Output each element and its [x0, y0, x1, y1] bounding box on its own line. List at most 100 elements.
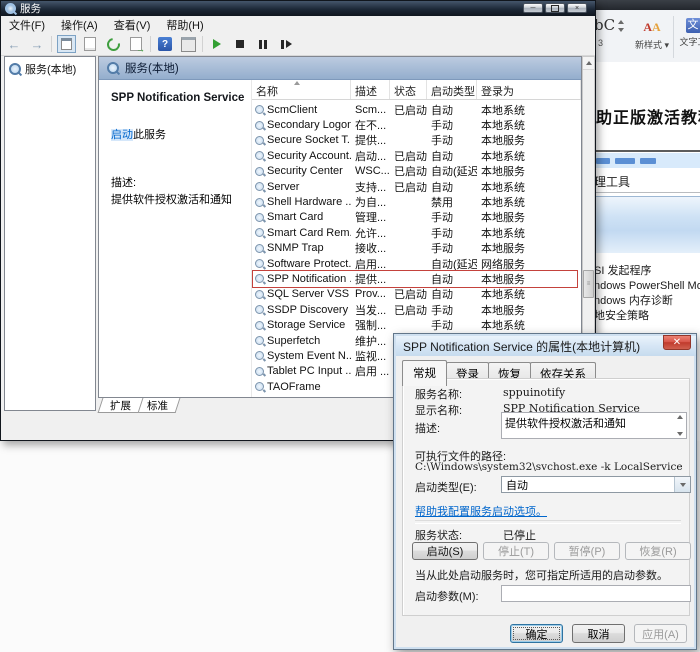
forward-button[interactable]: →: [28, 35, 46, 53]
start-parameters-hint: 当从此处启动服务时，您可指定所适用的启动参数。: [415, 567, 668, 583]
description-textarea[interactable]: 提供软件授权激活和通知: [501, 412, 687, 439]
textarea-scroll-down-icon[interactable]: [677, 432, 683, 436]
textarea-scroll-up-icon[interactable]: [677, 415, 683, 419]
service-row[interactable]: SSDP Discovery 当发... 已启动 手动 本地服务: [252, 302, 581, 317]
description-text: 提供软件授权激活和通知: [111, 193, 241, 207]
dialog-titlebar[interactable]: SPP Notification Service 的属性(本地计算机): [396, 336, 696, 356]
menu-item[interactable]: 文件(F): [1, 16, 53, 33]
background-ribbon: bC 3 AA 新样式 ▾ 文 文字工: [592, 10, 700, 63]
service-description: 强制...: [351, 317, 390, 333]
service-logon-as: 本地服务: [477, 302, 581, 318]
scrollbar-thumb[interactable]: ≡: [583, 270, 594, 298]
menu-item[interactable]: 操作(A): [53, 16, 106, 33]
startup-type-combobox[interactable]: 自动: [501, 476, 691, 493]
toolbar-divider: [150, 36, 151, 52]
export-list-button[interactable]: [81, 35, 99, 53]
pause-service-button[interactable]: [254, 35, 272, 53]
style-gallery-spinner[interactable]: [618, 20, 624, 32]
help-button[interactable]: ?: [156, 35, 174, 53]
column-header-description[interactable]: 描述: [351, 80, 390, 99]
service-row[interactable]: Security Center WSC... 已启动 自动(延迟... 本地服务: [252, 164, 581, 179]
document-rule-2: [592, 192, 700, 193]
service-row[interactable]: Software Protect... 启用... 自动(延迟... 网络服务: [252, 256, 581, 271]
column-header-status[interactable]: 状态: [390, 80, 427, 99]
back-button[interactable]: ←: [5, 35, 23, 53]
service-control-button[interactable]: 停止(T): [483, 542, 549, 560]
refresh-button[interactable]: [104, 35, 122, 53]
dialog-close-button[interactable]: ✕: [663, 335, 691, 350]
service-row[interactable]: SPP Notification ... 提供... 自动 本地服务: [252, 271, 581, 286]
service-row[interactable]: Security Account... 启动... 已启动 自动 本地系统: [252, 148, 581, 163]
start-parameters-input[interactable]: [501, 585, 691, 602]
ok-button[interactable]: 确定: [510, 624, 563, 643]
service-row[interactable]: Shell Hardware ... 为自... 禁用 本地系统: [252, 194, 581, 209]
combobox-dropdown-button[interactable]: [674, 477, 690, 492]
service-row[interactable]: ScmClient Scm... 已启动 自动 本地系统: [252, 102, 581, 117]
column-header-logon-as[interactable]: 登录为: [477, 80, 581, 99]
service-row[interactable]: Server 支持... 已启动 自动 本地系统: [252, 179, 581, 194]
apply-button[interactable]: 应用(A): [634, 624, 687, 643]
restart-service-button[interactable]: [277, 35, 295, 53]
service-row[interactable]: SQL Server VSS ... Prov... 已启动 自动 本地系统: [252, 287, 581, 302]
view-tab[interactable]: 扩展: [98, 398, 144, 413]
service-status: 已启动: [390, 163, 427, 179]
menu-item[interactable]: 查看(V): [106, 16, 159, 33]
maximize-button[interactable]: [545, 3, 565, 13]
service-name: Smart Card Rem...: [267, 227, 351, 239]
service-status: 已启动: [390, 179, 427, 195]
text-tool-label: 文字工: [679, 35, 700, 48]
service-control-button[interactable]: 暂停(P): [554, 542, 620, 560]
dialog-footer: 确定 取消 应用(A): [394, 624, 696, 643]
service-name: Security Center: [267, 165, 343, 177]
document-link-bar: [592, 153, 700, 168]
forward-icon: →: [31, 38, 44, 51]
start-service-link[interactable]: 启动: [111, 129, 133, 141]
column-header-name[interactable]: 名称: [252, 80, 351, 99]
service-logon-as: 本地服务: [477, 209, 581, 225]
service-detail-pane: SPP Notification Service 启动此服务 描述: 提供软件授…: [99, 80, 251, 397]
text-tool-button[interactable]: 文 文字工: [678, 18, 700, 48]
ribbon-divider: [673, 16, 674, 58]
service-name: ScmClient: [267, 104, 317, 116]
menu-item[interactable]: 帮助(H): [158, 16, 211, 33]
service-control-button[interactable]: 恢复(R): [625, 542, 691, 560]
show-properties-button[interactable]: [179, 35, 197, 53]
service-row[interactable]: SNMP Trap 接收... 手动 本地服务: [252, 241, 581, 256]
service-description: 在不...: [351, 117, 390, 133]
minimize-button[interactable]: ─: [523, 3, 543, 13]
service-row[interactable]: Storage Service 强制... 手动 本地系统: [252, 317, 581, 332]
service-icon: [255, 321, 264, 330]
dialog-tab[interactable]: 常规: [402, 360, 447, 386]
scroll-up-arrow[interactable]: [583, 57, 594, 70]
export-button[interactable]: [127, 35, 145, 53]
document-icon: [84, 37, 96, 51]
service-logon-as: 本地系统: [477, 194, 581, 210]
properties-dialog: SPP Notification Service 的属性(本地计算机) ✕ 常规…: [393, 333, 697, 650]
service-icon: [255, 274, 264, 283]
tree-item-services-local[interactable]: 服务(本地): [5, 57, 95, 77]
close-button[interactable]: ×: [567, 3, 587, 13]
service-row[interactable]: Secure Socket T... 提供... 手动 本地服务: [252, 133, 581, 148]
service-icon: [255, 367, 264, 376]
stop-service-button[interactable]: [231, 35, 249, 53]
show-console-tree-button[interactable]: [57, 35, 76, 53]
cancel-button[interactable]: 取消: [572, 624, 625, 643]
service-row[interactable]: Smart Card Rem... 允许... 手动 本地系统: [252, 225, 581, 240]
start-service-suffix: 此服务: [133, 129, 166, 141]
service-status: 已启动: [390, 102, 427, 118]
console-tree-icon: [61, 38, 72, 50]
help-configure-link[interactable]: 帮助我配置服务启动选项。: [415, 503, 547, 519]
service-row[interactable]: Secondary Logon 在不... 手动 本地系统: [252, 117, 581, 132]
column-header-startup-type[interactable]: 启动类型: [427, 80, 477, 99]
service-icon: [255, 305, 264, 314]
service-startup-type: 自动: [427, 286, 477, 302]
start-service-button[interactable]: [208, 35, 226, 53]
panel-header-icon: [107, 62, 119, 74]
service-logon-as: 本地系统: [477, 286, 581, 302]
service-description: 启用 ...: [351, 363, 390, 379]
service-control-button[interactable]: 启动(S): [412, 542, 478, 560]
service-startup-type: 自动(延迟...: [427, 163, 477, 179]
new-style-button[interactable]: AA 新样式 ▾: [634, 18, 670, 51]
services-titlebar[interactable]: 服务 ─ ×: [1, 1, 595, 16]
service-row[interactable]: Smart Card 管理... 手动 本地服务: [252, 210, 581, 225]
